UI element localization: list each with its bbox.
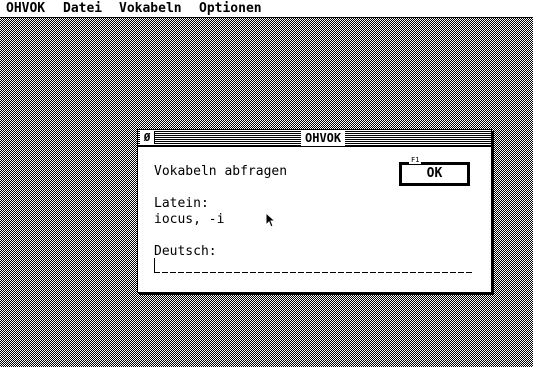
text-caret bbox=[154, 258, 155, 273]
close-box-icon[interactable]: Ø bbox=[140, 131, 155, 144]
dialog-window: Ø OHVOK Vokabeln abfragen OK F1 Latein: … bbox=[137, 129, 492, 293]
menu-optionen[interactable]: Optionen bbox=[198, 0, 263, 17]
answer-underline bbox=[154, 272, 474, 273]
german-answer-input[interactable] bbox=[154, 256, 474, 276]
window-title-bar[interactable]: Ø OHVOK bbox=[138, 130, 491, 147]
mouse-pointer-icon bbox=[265, 212, 275, 228]
ok-shortcut-hint: F1 bbox=[409, 156, 422, 164]
menu-bar: OHVOK Datei Vokabeln Optionen bbox=[0, 0, 533, 18]
dialog-heading: Vokabeln abfragen bbox=[154, 164, 288, 179]
latin-label: Latein: bbox=[154, 196, 209, 211]
latin-word: iocus, -i bbox=[154, 212, 225, 227]
menu-datei[interactable]: Datei bbox=[62, 0, 103, 17]
menu-vokabeln[interactable]: Vokabeln bbox=[118, 0, 183, 17]
menu-ohvok[interactable]: OHVOK bbox=[5, 0, 46, 17]
ok-button[interactable]: OK bbox=[399, 162, 470, 186]
window-title: OHVOK bbox=[301, 130, 346, 146]
